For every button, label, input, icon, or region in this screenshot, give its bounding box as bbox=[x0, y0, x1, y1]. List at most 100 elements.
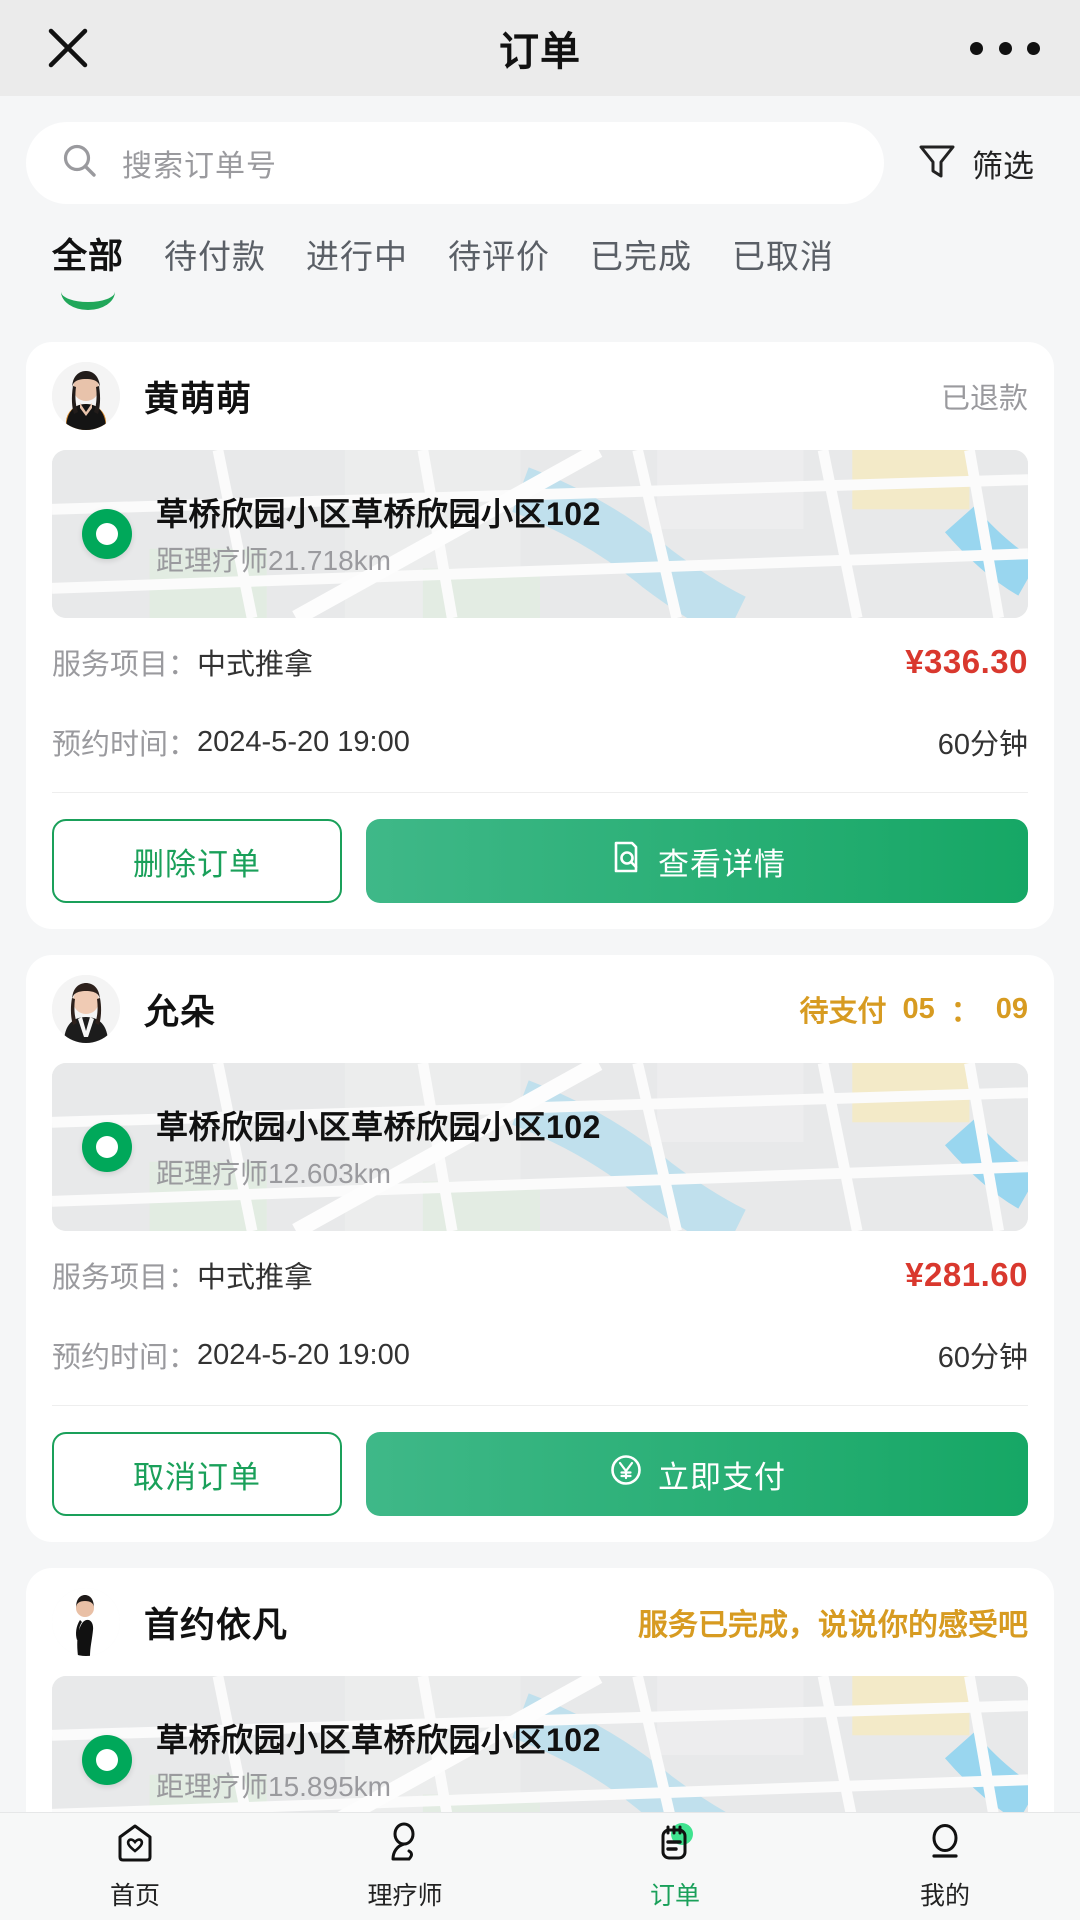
tab-pending-payment[interactable]: 待付款 bbox=[164, 232, 266, 320]
tab-label: 已完成 bbox=[590, 238, 693, 275]
home-heart-icon bbox=[113, 1821, 157, 1870]
order-distance: 距理疗师21.718km bbox=[156, 545, 391, 576]
service-value: 中式推拿 bbox=[197, 1262, 314, 1294]
delete-order-button[interactable]: 删除订单 bbox=[52, 819, 342, 903]
service-value: 中式推拿 bbox=[197, 649, 314, 681]
status-badge: 已退款 bbox=[941, 375, 1028, 417]
nav-item-profile[interactable]: 我的 bbox=[810, 1821, 1080, 1912]
more-options-button[interactable] bbox=[970, 20, 1040, 76]
order-address: 草桥欣园小区草桥欣园小区102 bbox=[156, 496, 601, 532]
order-actions: 删除订单 查看详情 bbox=[52, 793, 1028, 903]
tab-cancelled[interactable]: 已取消 bbox=[732, 232, 834, 320]
tab-all[interactable]: 全部 bbox=[52, 232, 124, 320]
nav-label: 我的 bbox=[919, 1882, 970, 1910]
bottom-navigation: 首页 理疗师 订单 我的 bbox=[0, 1812, 1080, 1920]
status-badge: 待支付 05 ： 09 bbox=[799, 988, 1028, 1030]
close-icon bbox=[45, 25, 91, 71]
tab-label: 待付款 bbox=[164, 238, 267, 275]
delete-order-label: 删除订单 bbox=[133, 846, 261, 882]
order-address: 草桥欣园小区草桥欣园小区102 bbox=[156, 1722, 601, 1758]
time-label: 预约时间： bbox=[52, 729, 198, 761]
order-card-header: 允朵 待支付 05 ： 09 bbox=[52, 955, 1028, 1063]
order-card[interactable]: 首约依凡 服务已完成，说说你的感受吧 草桥欣园小区草桥欣园小区102 距理疗师1… bbox=[26, 1568, 1054, 1812]
nav-label: 订单 bbox=[649, 1882, 700, 1910]
profile-icon bbox=[923, 1821, 967, 1870]
nav-item-home[interactable]: 首页 bbox=[0, 1821, 270, 1912]
service-label: 服务项目： bbox=[52, 649, 198, 681]
tab-pending-review[interactable]: 待评价 bbox=[448, 232, 550, 320]
service-row: 服务项目： 中式推拿 ¥281.60 bbox=[52, 1239, 1028, 1311]
order-card-header: 黄萌萌 已退款 bbox=[52, 342, 1028, 450]
order-price: ¥336.30 bbox=[905, 643, 1028, 680]
yuan-circle-icon bbox=[608, 1452, 644, 1496]
order-duration: 60分钟 bbox=[937, 729, 1028, 761]
cancel-order-label: 取消订单 bbox=[133, 1459, 261, 1495]
location-pin-icon bbox=[82, 1735, 132, 1785]
countdown-separator: ： bbox=[950, 996, 980, 1028]
time-row: 预约时间： 2024-5-20 19:00 60分钟 bbox=[52, 1319, 1028, 1391]
order-card-header: 首约依凡 服务已完成，说说你的感受吧 bbox=[52, 1568, 1028, 1676]
status-text: 服务已完成，说说你的感受吧 bbox=[638, 1609, 1028, 1642]
search-icon bbox=[60, 141, 100, 186]
time-value: 2024-5-20 19:00 bbox=[197, 725, 410, 758]
nav-label: 首页 bbox=[109, 1882, 160, 1910]
search-input[interactable]: 搜索订单号 bbox=[26, 122, 884, 204]
order-card[interactable]: 黄萌萌 已退款 草桥欣园小区草桥欣园小区102 距理疗师21.718km 服务项… bbox=[26, 342, 1054, 929]
time-row: 预约时间： 2024-5-20 19:00 60分钟 bbox=[52, 706, 1028, 778]
cancel-order-button[interactable]: 取消订单 bbox=[52, 1432, 342, 1516]
tab-label: 进行中 bbox=[306, 238, 409, 275]
status-badge: 服务已完成，说说你的感受吧 bbox=[638, 1600, 1028, 1644]
countdown-seconds: 09 bbox=[995, 992, 1028, 1025]
order-actions: 取消订单 立即支付 bbox=[52, 1406, 1028, 1516]
order-list[interactable]: 黄萌萌 已退款 草桥欣园小区草桥欣园小区102 距理疗师21.718km 服务项… bbox=[0, 342, 1080, 1812]
clipboard-icon bbox=[653, 1821, 697, 1870]
order-price: ¥281.60 bbox=[905, 1256, 1028, 1293]
map-address-overlay: 草桥欣园小区草桥欣园小区102 距理疗师21.718km bbox=[52, 450, 1028, 618]
therapist-name: 允朵 bbox=[144, 992, 217, 1032]
nav-item-orders[interactable]: 订单 bbox=[540, 1821, 810, 1912]
order-distance: 距理疗师15.895km bbox=[156, 1771, 391, 1802]
map-thumbnail[interactable]: 草桥欣园小区草桥欣园小区102 距理疗师15.895km bbox=[52, 1676, 1028, 1812]
pay-now-button[interactable]: 立即支付 bbox=[366, 1432, 1028, 1516]
order-distance: 距理疗师12.603km bbox=[156, 1158, 391, 1189]
nav-label: 理疗师 bbox=[367, 1882, 443, 1910]
view-detail-button[interactable]: 查看详情 bbox=[366, 819, 1028, 903]
pay-now-label: 立即支付 bbox=[658, 1459, 786, 1495]
nav-item-therapist[interactable]: 理疗师 bbox=[270, 1821, 540, 1912]
tab-completed[interactable]: 已完成 bbox=[590, 232, 692, 320]
service-label: 服务项目： bbox=[52, 1262, 198, 1294]
filter-button[interactable]: 筛选 bbox=[894, 122, 1054, 204]
tab-label: 待评价 bbox=[448, 238, 551, 275]
status-text: 待支付 bbox=[799, 996, 887, 1028]
location-pin-icon bbox=[82, 1122, 132, 1172]
search-placeholder: 搜索订单号 bbox=[122, 150, 277, 183]
app-header: 订单 bbox=[0, 0, 1080, 96]
therapist-icon bbox=[383, 1821, 427, 1870]
order-duration: 60分钟 bbox=[937, 1342, 1028, 1374]
map-thumbnail[interactable]: 草桥欣园小区草桥欣园小区102 距理疗师12.603km bbox=[52, 1063, 1028, 1231]
time-label: 预约时间： bbox=[52, 1342, 198, 1374]
order-card[interactable]: 允朵 待支付 05 ： 09 草桥欣园小区草桥欣园小区102 距理疗师12.60… bbox=[26, 955, 1054, 1542]
therapist-name: 首约依凡 bbox=[144, 1605, 289, 1645]
funnel-icon bbox=[914, 138, 960, 189]
tab-label: 已取消 bbox=[732, 238, 835, 275]
tab-in-progress[interactable]: 进行中 bbox=[306, 232, 408, 320]
avatar bbox=[52, 1588, 120, 1656]
view-detail-label: 查看详情 bbox=[658, 846, 786, 882]
therapist-name: 黄萌萌 bbox=[144, 379, 253, 419]
map-address-overlay: 草桥欣园小区草桥欣园小区102 距理疗师12.603km bbox=[52, 1063, 1028, 1231]
more-dots-icon bbox=[970, 41, 983, 55]
service-row: 服务项目： 中式推拿 ¥336.30 bbox=[52, 626, 1028, 698]
tab-active-indicator bbox=[61, 288, 115, 310]
map-address-overlay: 草桥欣园小区草桥欣园小区102 距理疗师15.895km bbox=[52, 1676, 1028, 1812]
status-text: 已退款 bbox=[940, 383, 1028, 415]
tab-label: 全部 bbox=[52, 237, 125, 276]
filter-label: 筛选 bbox=[972, 148, 1034, 184]
more-dots-icon bbox=[1027, 41, 1040, 55]
more-dots-icon bbox=[998, 41, 1012, 55]
avatar bbox=[52, 975, 120, 1043]
close-button[interactable] bbox=[40, 20, 96, 76]
search-filter-bar: 搜索订单号 筛选 bbox=[0, 96, 1080, 224]
map-thumbnail[interactable]: 草桥欣园小区草桥欣园小区102 距理疗师21.718km bbox=[52, 450, 1028, 618]
order-address: 草桥欣园小区草桥欣园小区102 bbox=[156, 1109, 601, 1145]
